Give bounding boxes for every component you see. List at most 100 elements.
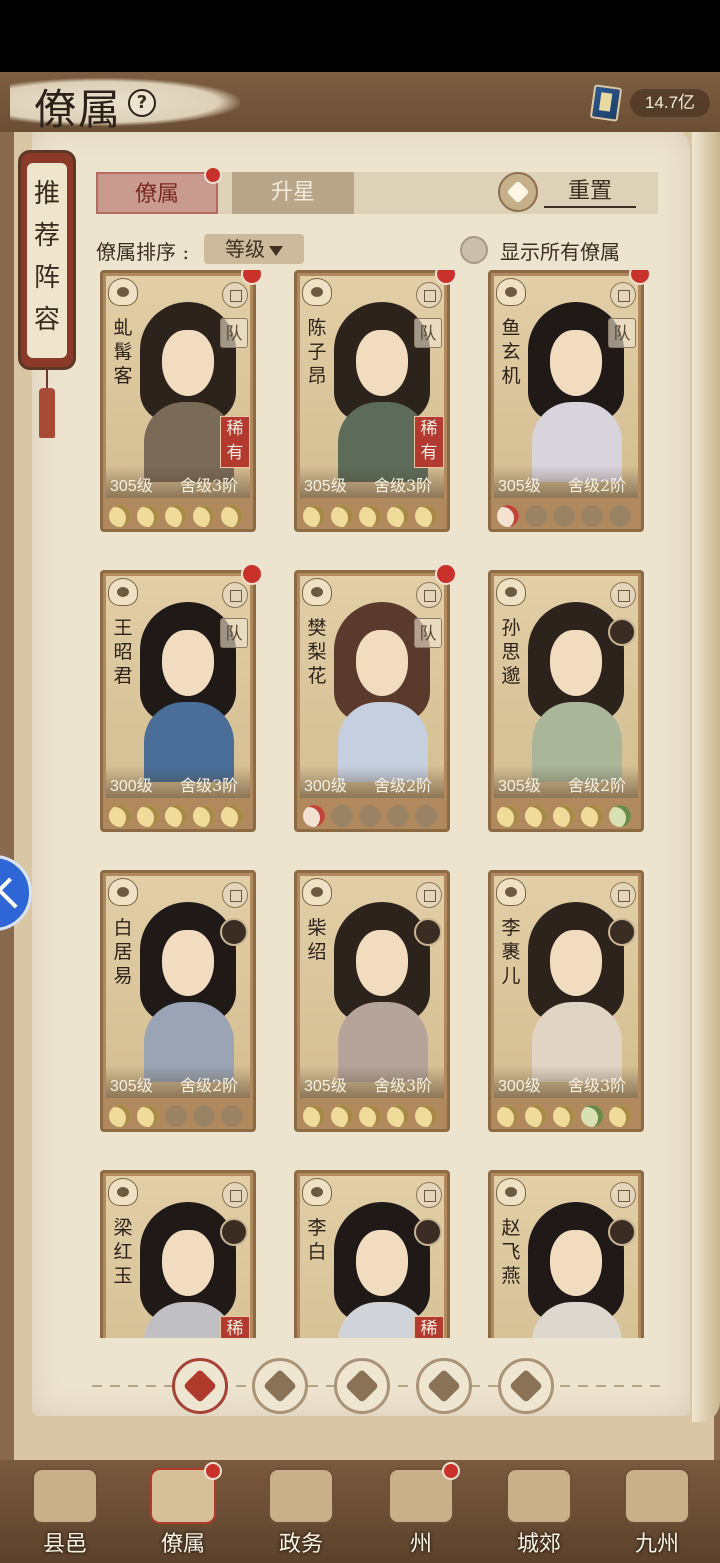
cloud-type-icon xyxy=(496,1178,526,1206)
nav-affairs[interactable]: 政务 xyxy=(246,1464,356,1560)
card-rank: 舍级2阶 xyxy=(568,776,627,795)
moon-star-icon xyxy=(193,505,215,527)
filter-all-icon[interactable] xyxy=(172,1358,228,1414)
card-name: 李白 xyxy=(307,1217,327,1263)
card-name: 白居易 xyxy=(113,917,133,987)
moon-star-icon xyxy=(581,1105,603,1127)
filter-fan-icon[interactable] xyxy=(416,1358,472,1414)
help-icon[interactable]: ? xyxy=(128,89,156,117)
subordinate-card[interactable]: 孙思邈 305级 舍级2阶 xyxy=(488,570,644,832)
filter-gourd-icon[interactable] xyxy=(334,1358,390,1414)
subordinate-card[interactable]: 梁红玉稀 xyxy=(100,1170,256,1338)
recommend-scroll-paper: 推荐阵容 xyxy=(27,163,67,358)
moon-star-icon xyxy=(525,1105,547,1127)
subordinate-card[interactable]: 赵飞燕 xyxy=(488,1170,644,1338)
character-face xyxy=(550,330,602,396)
card-portrait: 鱼玄机 队 305级 舍级2阶 xyxy=(494,276,638,498)
moon-star-icon xyxy=(109,1105,131,1127)
moon-star-icon xyxy=(525,505,547,527)
card-portrait: 梁红玉稀 xyxy=(106,1176,250,1338)
moon-star-icon xyxy=(553,505,575,527)
reset-icon[interactable] xyxy=(498,172,538,212)
card-level: 300级 xyxy=(110,778,153,795)
card-rank: 舍级3阶 xyxy=(374,476,433,495)
card-rank: 舍级2阶 xyxy=(180,1076,239,1095)
card-rank: 舍级2阶 xyxy=(374,776,433,795)
rarity-badge: 稀有 xyxy=(220,416,250,468)
card-name: 梁红玉 xyxy=(113,1217,133,1287)
sort-label: 僚属排序 : xyxy=(96,240,190,264)
subordinate-card[interactable]: 李裹儿 300级 舍级3阶 xyxy=(488,870,644,1132)
status-bar xyxy=(0,0,720,72)
card-portrait: 陈子昂 队稀有 305级 舍级3阶 xyxy=(300,276,444,498)
arrow-icon xyxy=(0,877,28,909)
character-face xyxy=(356,630,408,696)
card-portrait: 李白稀 xyxy=(300,1176,444,1338)
reset-button[interactable]: 重置 xyxy=(544,176,636,208)
moon-star-icon xyxy=(525,805,547,827)
faction-icon xyxy=(222,882,248,908)
show-all-label: 显示所有僚属 xyxy=(500,240,620,264)
moon-star-icon xyxy=(497,1105,519,1127)
header-bar: 僚属 ? 14.7亿 xyxy=(0,72,720,134)
filter-mountain-icon[interactable] xyxy=(252,1358,308,1414)
star-rating xyxy=(497,505,639,527)
nav-county[interactable]: 县邑 xyxy=(10,1464,120,1560)
nav-nine-states[interactable]: 九州 xyxy=(602,1464,712,1560)
dropdown-arrow-icon xyxy=(269,245,283,256)
county-icon xyxy=(32,1468,98,1524)
moon-star-icon xyxy=(331,505,353,527)
subordinate-card[interactable]: 虬髯客 队稀有 305级 舍级3阶 xyxy=(100,270,263,532)
card-level: 300级 xyxy=(304,778,347,795)
card-rank: 舍级3阶 xyxy=(568,1076,627,1095)
subordinate-card[interactable]: 白居易 305级 舍级2阶 xyxy=(100,870,256,1132)
tab-subordinates[interactable]: 僚属 xyxy=(96,172,218,214)
filter-horse-icon[interactable] xyxy=(498,1358,554,1414)
companion-avatar xyxy=(608,918,636,946)
show-all-checkbox[interactable] xyxy=(460,236,488,264)
team-badge: 队 xyxy=(414,318,442,348)
moon-star-icon xyxy=(165,1105,187,1127)
card-portrait: 王昭君 队 300级 舍级3阶 xyxy=(106,576,250,798)
moon-star-icon xyxy=(609,805,631,827)
faction-icon xyxy=(416,582,442,608)
tab-star-up[interactable]: 升星 xyxy=(232,172,354,214)
card-level: 305级 xyxy=(110,478,153,495)
character-face xyxy=(356,1230,408,1296)
nav-label: 州 xyxy=(409,1532,432,1557)
moon-star-icon xyxy=(497,505,519,527)
subordinate-card[interactable]: 王昭君 队 300级 舍级3阶 xyxy=(100,563,263,832)
subordinate-card[interactable]: 陈子昂 队稀有 305级 舍级3阶 xyxy=(294,270,457,532)
book-currency-icon xyxy=(589,84,623,122)
moon-star-icon xyxy=(497,805,519,827)
cloud-type-icon xyxy=(108,1178,138,1206)
moon-star-icon xyxy=(137,805,159,827)
subordinate-card[interactable]: 李白稀 xyxy=(294,1170,450,1338)
card-level: 305级 xyxy=(498,778,541,795)
cloud-type-icon xyxy=(302,578,332,606)
nav-label: 九州 xyxy=(634,1532,679,1557)
subordinate-card-list[interactable]: 虬髯客队稀有 305级 舍级3阶 陈子昂队稀有 305级 舍级3阶 鱼玄机队 305级 舍级2阶… xyxy=(96,270,656,1338)
subordinate-card[interactable]: 柴绍 305级 舍级3阶 xyxy=(294,870,450,1132)
moon-star-icon xyxy=(137,1105,159,1127)
rarity-badge: 稀 xyxy=(220,1316,250,1338)
sort-value: 等级 xyxy=(225,237,265,261)
recommend-lineup-button[interactable]: 推荐阵容 xyxy=(18,150,76,370)
moon-star-icon xyxy=(303,805,325,827)
character-face xyxy=(162,930,214,996)
subordinate-card[interactable]: 樊梨花 队 300级 舍级2阶 xyxy=(294,563,457,832)
moon-star-icon xyxy=(221,805,243,827)
moon-star-icon xyxy=(581,805,603,827)
nav-subordinates[interactable]: 僚属 xyxy=(128,1462,238,1560)
sort-dropdown[interactable]: 等级 xyxy=(204,234,304,264)
nav-suburbs[interactable]: 城郊 xyxy=(484,1464,594,1560)
star-rating xyxy=(109,805,251,827)
moon-star-icon xyxy=(165,505,187,527)
subordinate-card[interactable]: 鱼玄机 队 305级 舍级2阶 xyxy=(488,270,651,532)
cloud-type-icon xyxy=(496,878,526,906)
category-filter-row xyxy=(92,1356,662,1416)
moon-star-icon xyxy=(303,505,325,527)
affairs-icon xyxy=(268,1468,334,1524)
moon-star-icon xyxy=(553,805,575,827)
nav-state[interactable]: 州 xyxy=(366,1462,476,1560)
